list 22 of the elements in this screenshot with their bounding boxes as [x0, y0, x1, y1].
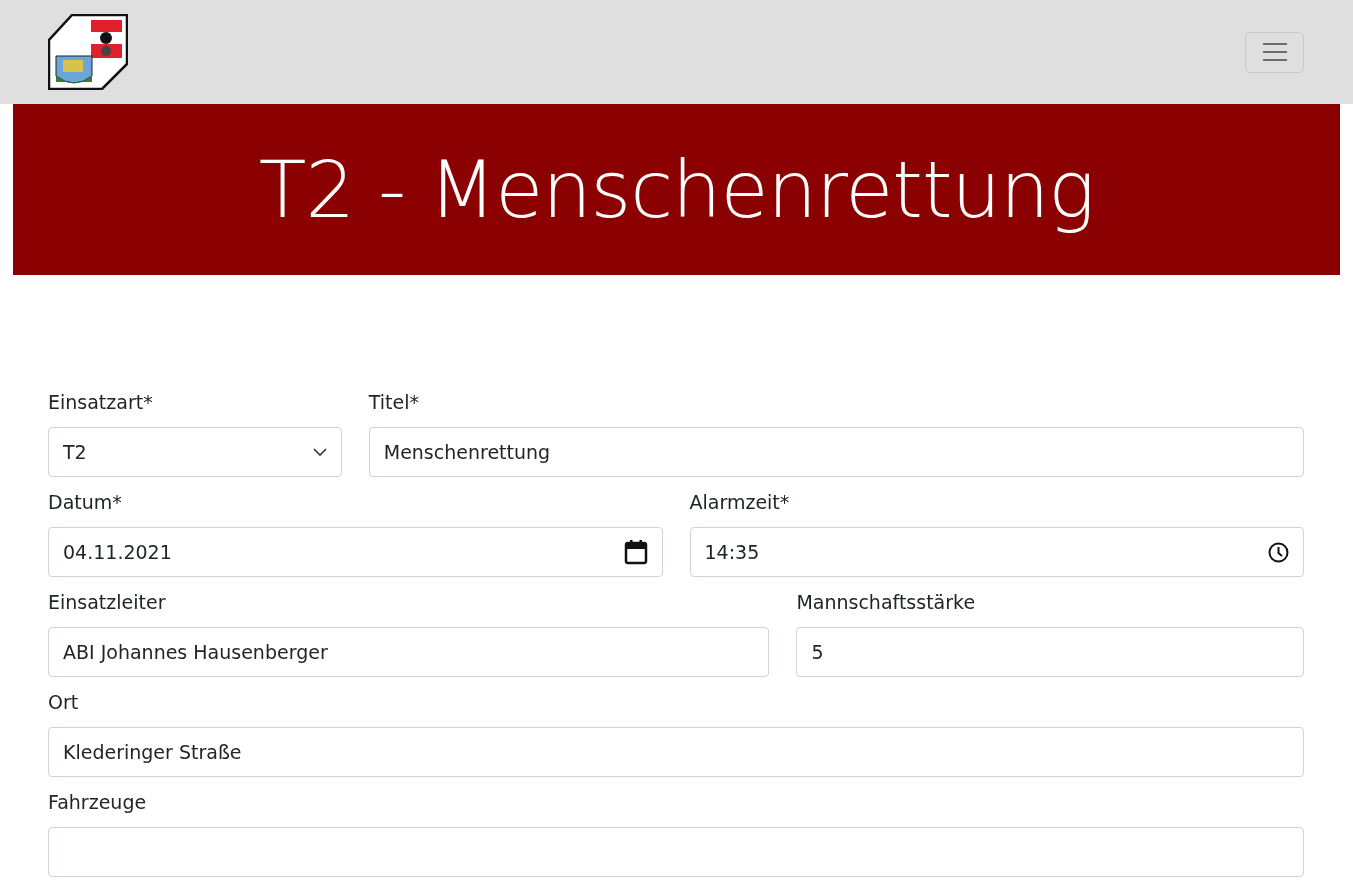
field-label: Titel*	[368, 390, 420, 414]
input-field[interactable]: 04.11.2021	[48, 527, 663, 577]
field-label: Mannschaftsstärke	[796, 590, 977, 614]
field-label: Einsatzleiter	[48, 590, 167, 614]
field-label: Einsatzart*	[48, 390, 154, 414]
page-title: T2 - Menschenrettung	[258, 144, 1095, 235]
input-field[interactable]: Menschenrettung	[368, 427, 1304, 477]
field-label: Alarmzeit*	[689, 490, 791, 514]
input-field[interactable]: ABI Johannes Hausenberger	[48, 627, 770, 677]
input-field[interactable]: Klederinger Straße	[48, 727, 1304, 777]
select-field[interactable]: T2	[48, 427, 342, 477]
field-label: Datum*	[48, 490, 123, 514]
input-field[interactable]: 5	[796, 627, 1304, 677]
chevron-down-icon	[312, 447, 327, 457]
field-label: Ort	[48, 690, 80, 714]
menu-button[interactable]	[1245, 31, 1304, 73]
field-label: Fahrzeuge	[48, 790, 148, 814]
menu-icon	[1261, 42, 1288, 62]
calendar-icon[interactable]	[623, 539, 648, 565]
clock-icon[interactable]	[1268, 541, 1289, 563]
input-field[interactable]: 14:35	[689, 527, 1304, 577]
input-field[interactable]	[48, 827, 1304, 877]
